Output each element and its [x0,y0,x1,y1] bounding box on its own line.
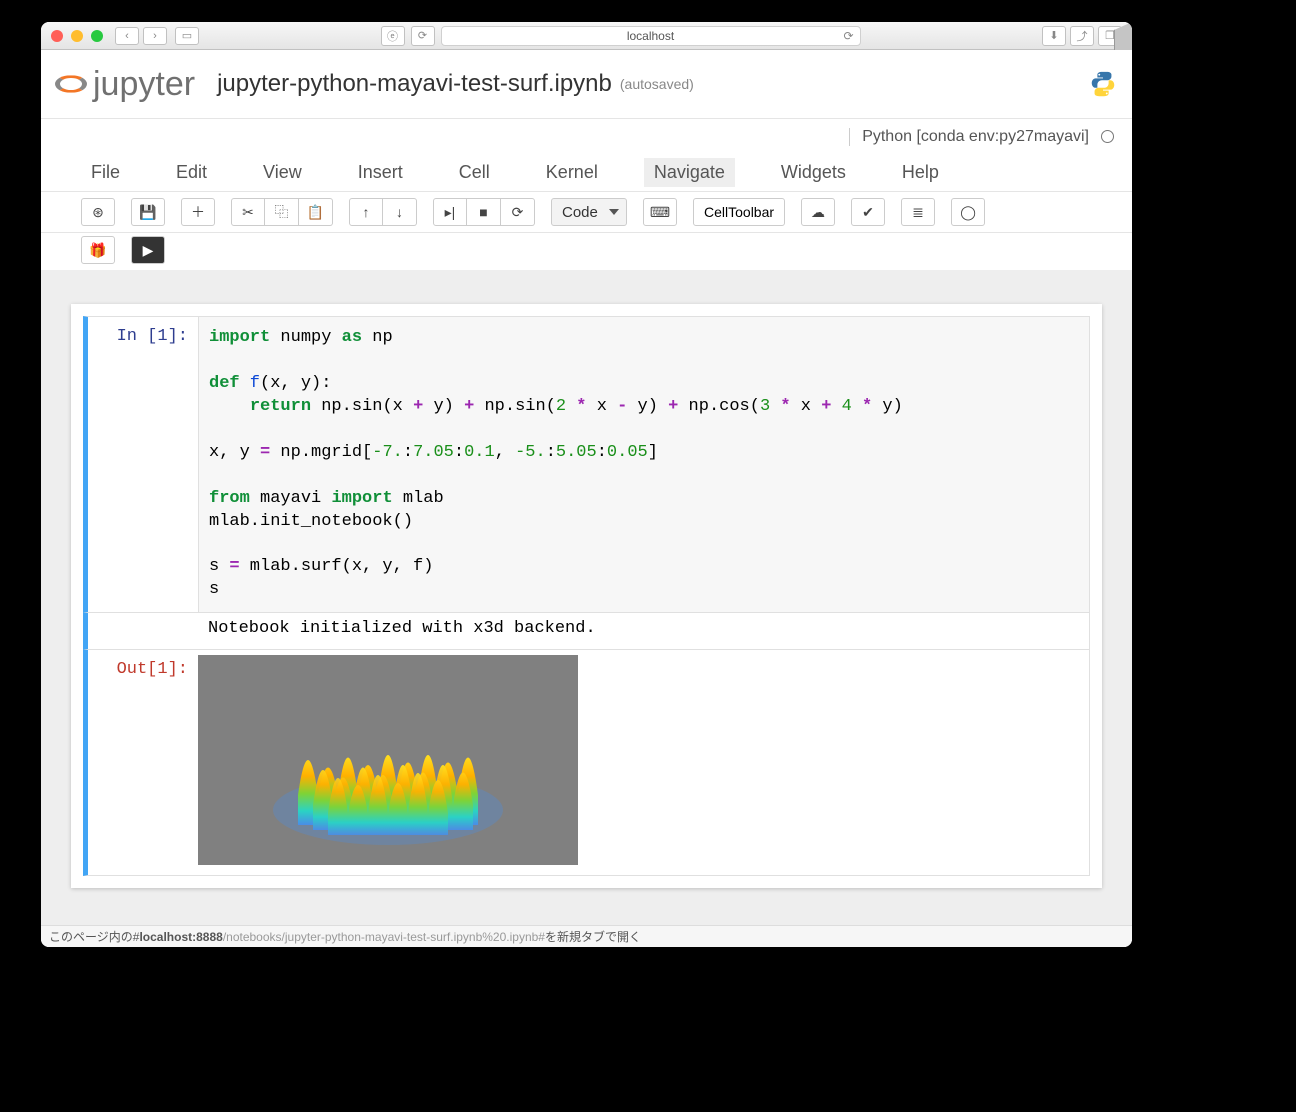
out-prompt: Out[1]: [117,660,188,679]
browser-titlebar: ‹ › ▭ ⓔ ⟳ localhost ⟳ ⬇ ⤴ ❐ [41,22,1132,50]
cloud-button[interactable]: ☁ [801,198,835,226]
kernel-bar: Python [conda env:py27mayavi] [41,118,1132,154]
python-logo-icon [1088,69,1118,99]
reload-button[interactable]: ⟳ [411,26,435,46]
toc-button[interactable]: ≣ [901,198,935,226]
in-prompt: In [1]: [117,327,188,346]
refresh-icon[interactable]: ⟳ [843,29,853,43]
github-button[interactable]: ◯ [951,198,985,226]
menu-kernel[interactable]: Kernel [536,158,608,187]
interrupt-button[interactable]: ■ [467,198,501,226]
forward-button[interactable]: › [143,27,167,45]
celltoolbar-label[interactable]: CellToolbar [693,198,785,226]
brush-button[interactable]: ✔ [851,198,885,226]
menu-widgets[interactable]: Widgets [771,158,856,187]
menu-help[interactable]: Help [892,158,949,187]
presentation-button[interactable]: ▶ [131,236,165,264]
code-editor[interactable]: import numpy as np def f(x, y): return n… [198,317,1089,612]
kernel-name[interactable]: Python [conda env:py27mayavi] [849,128,1089,146]
notebook-area: In [1]: import numpy as np def f(x, y): … [41,270,1132,947]
safari-window: ‹ › ▭ ⓔ ⟳ localhost ⟳ ⬇ ⤴ ❐ jupyter jupy… [41,22,1132,947]
code-cell-1[interactable]: In [1]: import numpy as np def f(x, y): … [83,316,1090,613]
reader-button[interactable]: ⓔ [381,26,405,46]
toolbar-row2: 🎁 ▶ [41,233,1132,270]
toolbar: ⊛ 💾 ＋ ✂ ⿻ 📋 ↑ ↓ ▸| ■ ⟳ Code ⌨ Ce [41,192,1132,233]
notebook-title[interactable]: jupyter-python-mayavi-test-surf.ipynb [217,70,612,98]
close-window-button[interactable] [51,30,63,42]
restart-button[interactable]: ⟳ [501,198,535,226]
address-bar[interactable]: localhost ⟳ [441,26,861,46]
menu-navigate[interactable]: Navigate [644,158,735,187]
menu-cell[interactable]: Cell [449,158,500,187]
save-checkpoint-button[interactable]: 💾 [131,198,165,226]
jupyter-logo-icon [55,75,87,93]
output-display: Out[1]: [83,650,1090,876]
insert-cell-button[interactable]: ＋ [181,198,215,226]
save-button[interactable]: ⊛ [81,198,115,226]
browser-statusbar: このページ内の#localhost:8888/notebooks/jupyter… [41,925,1132,947]
cut-cell-button[interactable]: ✂ [231,198,265,226]
minimize-window-button[interactable] [71,30,83,42]
gift-button[interactable]: 🎁 [81,236,115,264]
move-up-button[interactable]: ↑ [349,198,383,226]
mayavi-3d-output[interactable] [198,655,578,865]
kernel-status-idle-icon [1101,130,1114,143]
menu-file[interactable]: File [81,158,130,187]
url-text: localhost [627,29,674,43]
cell-type-select[interactable]: Code [551,198,627,226]
stdout-text: Notebook initialized with x3d backend. [198,613,1089,649]
menu-view[interactable]: View [253,158,312,187]
autosave-label: (autosaved) [620,76,694,92]
jupyter-logo[interactable]: jupyter [55,65,195,104]
share-button[interactable]: ⤴ [1070,26,1094,46]
move-down-button[interactable]: ↓ [383,198,417,226]
run-button[interactable]: ▸| [433,198,467,226]
jupyter-logo-text: jupyter [93,65,195,104]
fullscreen-window-button[interactable] [91,30,103,42]
back-button[interactable]: ‹ [115,27,139,45]
notebook-container: In [1]: import numpy as np def f(x, y): … [71,304,1102,888]
downloads-button[interactable]: ⬇ [1042,26,1066,46]
copy-cell-button[interactable]: ⿻ [265,198,299,226]
sidebar-toggle[interactable]: ▭ [175,27,199,45]
command-palette-button[interactable]: ⌨ [643,198,677,226]
menubar: File Edit View Insert Cell Kernel Naviga… [41,154,1132,192]
menu-edit[interactable]: Edit [166,158,217,187]
output-area: Notebook initialized with x3d backend. [83,613,1090,650]
notebook-header: jupyter jupyter-python-mayavi-test-surf.… [41,50,1132,118]
menu-insert[interactable]: Insert [348,158,413,187]
paste-cell-button[interactable]: 📋 [299,198,333,226]
